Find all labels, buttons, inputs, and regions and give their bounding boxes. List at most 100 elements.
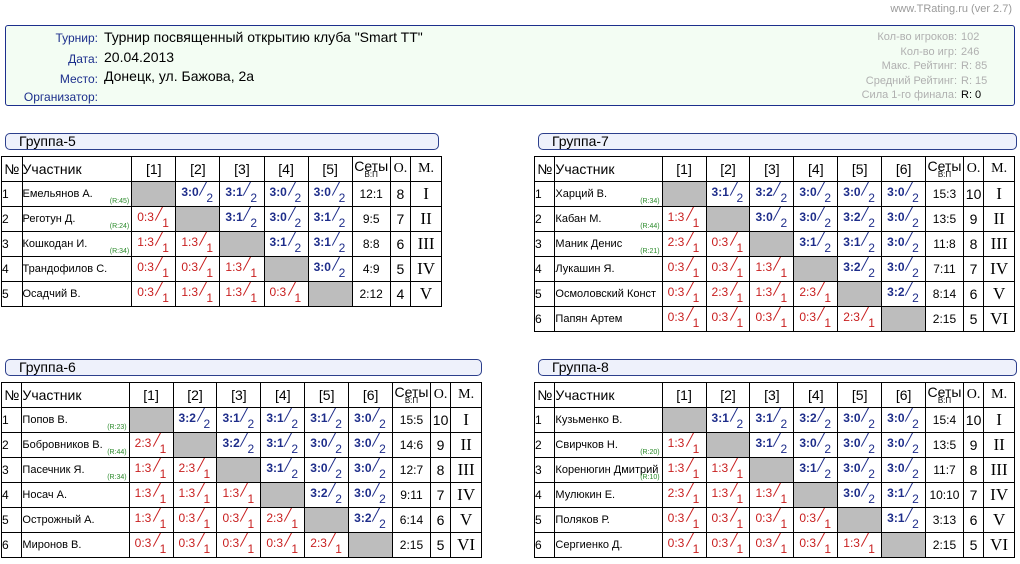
player-sets: 12:7 [392, 457, 431, 483]
match-score: 3:2 [843, 210, 861, 224]
match-points: 1 [159, 492, 167, 506]
match-points: 1 [159, 542, 167, 556]
match-score: 0:3 [137, 260, 154, 274]
match-points: 1 [692, 542, 700, 556]
diagonal-cell [881, 532, 927, 558]
table-row: 4 Носач А. 1:3 1 1:3 1 1:3 1 3:2 2 3:0 2 9:11 7 IV [0, 482, 482, 508]
match-score: 3:1 [887, 511, 905, 525]
match-points: 1 [162, 291, 169, 305]
group-5-title: Группа-5 [5, 133, 439, 150]
match-score: 1:3 [755, 285, 773, 299]
match-result-cell: 3:0 2 [263, 206, 309, 232]
match-result-cell: 0:3 1 [128, 532, 174, 558]
header-sets: Сеты В:П [925, 382, 964, 408]
match-score: 3:0 [310, 461, 328, 475]
match-points: 1 [206, 291, 214, 305]
player-place: I [450, 407, 482, 433]
match-score: 0:3 [755, 310, 773, 324]
player-name: Папян Артем [555, 313, 623, 325]
player-points: 4 [389, 281, 412, 307]
match-score: 3:0 [269, 210, 287, 224]
player-name: Осмоловский Конст [555, 288, 657, 300]
match-result-cell: 0:3 1 [705, 507, 751, 533]
tournament-label: Турнир: [55, 31, 98, 45]
match-result-cell: 0:3 1 [705, 256, 751, 282]
table-row: 1 Кузьменко В. 3:1 2 3:1 2 3:2 2 3:0 2 3:0 2 15:4 10 I [533, 407, 1015, 433]
player-points: 8 [429, 457, 452, 483]
match-points: 2 [338, 266, 346, 280]
match-result-cell: 0:3 1 [172, 532, 218, 558]
player-name-cell: Сергиенко Д. [554, 532, 663, 558]
player-name: Кошкодан И. [22, 238, 88, 250]
header-opponent-6: [6] [881, 382, 927, 408]
header-opponent-3: [3] [219, 156, 265, 182]
match-score: 0:3 [667, 536, 685, 550]
player-place: III [983, 231, 1015, 257]
player-points: 8 [389, 181, 412, 207]
player-place: VI [983, 532, 1015, 558]
match-result-cell: 0:3 1 [216, 507, 262, 533]
match-score: 1:3 [222, 486, 240, 500]
player-name-cell: Папян Артем [554, 306, 663, 332]
player-name-cell: Свирчков Н. (R:20) [554, 432, 663, 458]
match-result-cell: 3:0 2 [881, 407, 927, 433]
player-sets: 2:15 [925, 532, 964, 558]
match-points: 1 [780, 266, 788, 280]
player-name-cell: Харций В. (R:34) [554, 181, 663, 207]
match-result-cell: 2:3 1 [260, 507, 306, 533]
match-score: 3:2 [843, 260, 861, 274]
match-points: 2 [338, 216, 346, 230]
match-score: 0:3 [711, 310, 729, 324]
match-result-cell: 3:1 2 [793, 457, 839, 483]
match-points: 2 [250, 216, 258, 230]
match-result-cell: 3:2 2 [348, 507, 394, 533]
group-5-table: № Участник [1] [2] [3] [4] [5] Сеты В:П О. М. 1 Емел… [1, 156, 442, 307]
player-place: II [983, 206, 1015, 232]
diagonal-cell [749, 231, 795, 257]
match-points: 1 [692, 517, 700, 531]
header-opponent-2: [2] [705, 382, 751, 408]
match-score: 1:3 [134, 461, 152, 475]
group-6-title: Группа-6 [5, 359, 482, 376]
match-score: 0:3 [269, 285, 287, 299]
player-rating: (R:34) [107, 474, 127, 481]
header-player: Участник [21, 382, 130, 408]
table-row: 4 Лукашин Я. 0:3 1 0:3 1 1:3 1 3:2 2 3:0 2 7:11 7 IV [533, 256, 1015, 282]
match-result-cell: 0:3 1 [793, 507, 839, 533]
match-score: 3:0 [887, 210, 905, 224]
match-points: 2 [912, 291, 919, 305]
match-result-cell: 0:3 1 [661, 256, 707, 282]
match-score: 3:1 [266, 411, 284, 425]
player-rating: (R:44) [640, 223, 660, 230]
header-num: № [0, 382, 23, 408]
match-points: 2 [868, 492, 875, 506]
match-result-cell: 3:0 2 [307, 181, 353, 207]
match-result-cell: 1:3 1 [175, 281, 221, 307]
match-score: 3:0 [799, 210, 817, 224]
table-row: 6 Папян Артем 0:3 1 0:3 1 0:3 1 0:3 1 2:3 1 2:15 5 VI [533, 306, 1015, 332]
player-name: Сергиенко Д. [555, 539, 623, 551]
stat-value: R: 85 [961, 60, 988, 72]
match-result-cell: 3:1 2 [307, 231, 353, 257]
match-score: 1:3 [711, 486, 729, 500]
player-name: Носач А. [22, 489, 68, 501]
player-place: II [983, 432, 1015, 458]
match-score: 3:0 [843, 411, 861, 425]
match-points: 1 [162, 216, 169, 230]
match-score: 0:3 [222, 536, 240, 550]
match-score: 3:2 [755, 185, 773, 199]
player-place: IV [410, 256, 442, 282]
match-score: 0:3 [266, 536, 284, 550]
player-name: Лукашин Я. [555, 263, 615, 275]
diagonal-cell [837, 281, 883, 307]
match-points: 2 [291, 442, 299, 456]
table-row: 5 Осадчий В. 0:3 1 1:3 1 1:3 1 0:3 1 2:12 4 V [1, 281, 442, 307]
match-points: 2 [335, 492, 342, 506]
player-place: IV [450, 482, 482, 508]
match-result-cell: 1:3 1 [216, 482, 262, 508]
table-row: 4 Мулюкин Е. 2:3 1 1:3 1 1:3 1 3:0 2 3:1 2 10:10 7 IV [533, 482, 1015, 508]
match-points: 1 [162, 241, 169, 255]
player-sets: 8:8 [351, 231, 391, 257]
player-number: 3 [0, 457, 23, 483]
header-opponent-3: [3] [216, 382, 262, 408]
